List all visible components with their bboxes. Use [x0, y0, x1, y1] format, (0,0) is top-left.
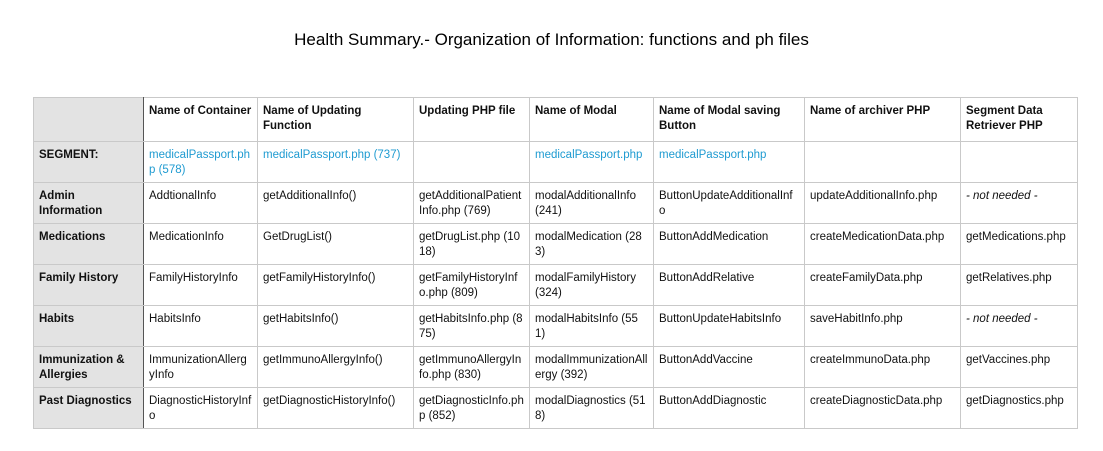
- table-cell: getAdditionalPatientInfo.php (769): [413, 182, 530, 224]
- table-cell: - not needed -: [960, 182, 1078, 224]
- row-header: Admin Information: [33, 182, 144, 224]
- row-header: Medications: [33, 223, 144, 265]
- table-cell: getFamilyHistoryInfo(): [257, 264, 414, 306]
- column-header: Name of Modal: [529, 97, 654, 142]
- table-cell: - not needed -: [960, 305, 1078, 347]
- table-cell: ButtonUpdateAdditionalInfo: [653, 182, 805, 224]
- table-cell: GetDrugList(): [257, 223, 414, 265]
- table-cell: getHabitsInfo.php (875): [413, 305, 530, 347]
- table-cell: getFamilyHistoryInfo.php (809): [413, 264, 530, 306]
- table-cell: createFamilyData.php: [804, 264, 961, 306]
- table-cell: ButtonAddVaccine: [653, 346, 805, 388]
- table-row: Medications MedicationInfo GetDrugList()…: [33, 223, 1078, 265]
- table-cell: ButtonAddDiagnostic: [653, 387, 805, 429]
- column-header: Name of archiver PHP: [804, 97, 961, 142]
- table-cell: modalFamilyHistory (324): [529, 264, 654, 306]
- table-cell: createMedicationData.php: [804, 223, 961, 265]
- table-cell: getDiagnosticInfo.php (852): [413, 387, 530, 429]
- table-cell: AddtionalInfo: [143, 182, 258, 224]
- table-cell: ButtonUpdateHabitsInfo: [653, 305, 805, 347]
- table-cell: [804, 141, 961, 183]
- table-row: Immunization & Allergies ImmunizationAll…: [33, 346, 1078, 388]
- table-row: Family History FamilyHistoryInfo getFami…: [33, 264, 1078, 306]
- column-header: Segment Data Retriever PHP: [960, 97, 1078, 142]
- table-cell: getHabitsInfo(): [257, 305, 414, 347]
- column-header: Updating PHP file: [413, 97, 530, 142]
- table-cell: modalMedication (283): [529, 223, 654, 265]
- table-cell: getMedications.php: [960, 223, 1078, 265]
- table-row: SEGMENT: medicalPassport.php (578) medic…: [33, 141, 1078, 183]
- summary-table: Name of Container Name of Updating Funct…: [33, 97, 1078, 429]
- table-cell: getVaccines.php: [960, 346, 1078, 388]
- table-cell: FamilyHistoryInfo: [143, 264, 258, 306]
- file-link[interactable]: medicalPassport.php: [653, 141, 805, 183]
- table-cell: modalHabitsInfo (551): [529, 305, 654, 347]
- table-cell: modalAdditionalInfo (241): [529, 182, 654, 224]
- table-cell: DiagnosticHistoryInfo: [143, 387, 258, 429]
- column-header: Name of Updating Function: [257, 97, 414, 142]
- table-cell: [960, 141, 1078, 183]
- table-cell: getRelatives.php: [960, 264, 1078, 306]
- row-header: Past Diagnostics: [33, 387, 144, 429]
- column-header: Name of Container: [143, 97, 258, 142]
- table-cell: [413, 141, 530, 183]
- column-header: Name of Modal saving Button: [653, 97, 805, 142]
- table-cell: saveHabitInfo.php: [804, 305, 961, 347]
- table-row: Habits HabitsInfo getHabitsInfo() getHab…: [33, 305, 1078, 347]
- file-link[interactable]: medicalPassport.php (737): [257, 141, 414, 183]
- row-header: SEGMENT:: [33, 141, 144, 183]
- table-header-row: Name of Container Name of Updating Funct…: [33, 97, 1078, 142]
- table-cell: createImmunoData.php: [804, 346, 961, 388]
- table-cell: getDiagnosticHistoryInfo(): [257, 387, 414, 429]
- file-link[interactable]: medicalPassport.php: [529, 141, 654, 183]
- table-cell: HabitsInfo: [143, 305, 258, 347]
- table-cell: getDiagnostics.php: [960, 387, 1078, 429]
- table-cell: createDiagnosticData.php: [804, 387, 961, 429]
- header-corner-cell: [33, 97, 144, 142]
- file-link[interactable]: medicalPassport.php (578): [143, 141, 258, 183]
- document-title: Health Summary.- Organization of Informa…: [294, 30, 809, 49]
- table-cell: getImmunoAllergyInfo(): [257, 346, 414, 388]
- table-cell: ButtonAddRelative: [653, 264, 805, 306]
- table-cell: modalImmunizationAllergy (392): [529, 346, 654, 388]
- table-cell: getAdditionalInfo(): [257, 182, 414, 224]
- row-header: Habits: [33, 305, 144, 347]
- table-cell: updateAdditionalInfo.php: [804, 182, 961, 224]
- table-cell: getDrugList.php (1018): [413, 223, 530, 265]
- table-cell: ButtonAddMedication: [653, 223, 805, 265]
- table-cell: modalDiagnostics (518): [529, 387, 654, 429]
- table-cell: getImmunoAllergyInfo.php (830): [413, 346, 530, 388]
- table-row: Past Diagnostics DiagnosticHistoryInfo g…: [33, 387, 1078, 429]
- row-header: Family History: [33, 264, 144, 306]
- row-header: Immunization & Allergies: [33, 346, 144, 388]
- table-cell: MedicationInfo: [143, 223, 258, 265]
- table-cell: ImmunizationAllergyInfo: [143, 346, 258, 388]
- table-row: Admin Information AddtionalInfo getAddit…: [33, 182, 1078, 224]
